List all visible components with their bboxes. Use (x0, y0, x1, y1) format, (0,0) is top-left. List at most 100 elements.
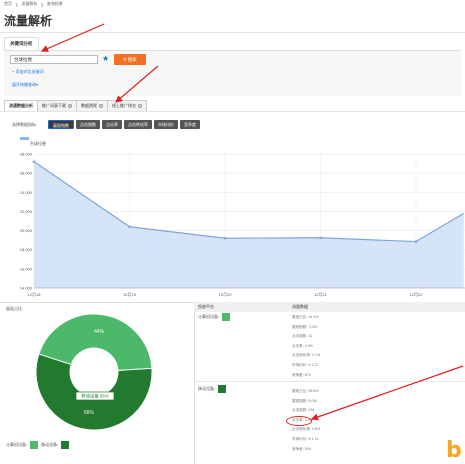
add-compare-link[interactable]: + 添加对比关键词 (12, 69, 43, 75)
stat-value: 594 (303, 446, 311, 451)
legend-mobile-swatch (61, 441, 70, 449)
tab-keyword-analysis[interactable]: 关键词分析 (4, 37, 39, 51)
donut-slice-label: 44% (94, 329, 105, 335)
stat-value: 41 (307, 334, 313, 339)
expand-label: 展开快捷查询 (12, 82, 36, 87)
help-icon: ? (99, 104, 103, 108)
stat-value: 0.5% (303, 343, 313, 348)
metric-buttons: 展现指数 点击指数 点击率 点击转化率 市场均价 竞争度 (48, 120, 200, 129)
metric-conversion[interactable]: 点击转化率 (124, 120, 152, 129)
stat-value: 7,240 (307, 324, 318, 329)
mobile-stat-row: 市场均价: ¥ 1.13 (292, 435, 320, 445)
pc-stat-row: 市场均价: ¥ 1.22 (292, 361, 320, 371)
mobile-stat-row: 竞争度: 594 (292, 445, 320, 455)
series-point (414, 240, 418, 243)
chart-legend-swatch (20, 137, 29, 140)
breadcrumb: 首页 ❯ 流量解析 ❯ 查询结果 (4, 1, 63, 7)
platform-pc-label: 计算机设备: (198, 314, 220, 319)
y-tick-label: 20,000 (20, 228, 33, 233)
stat-label: 展现指数: (292, 398, 308, 403)
y-tick-label: 28,000 (20, 152, 33, 157)
device-donut-chart: 44% 56% 移动设备 56% (35, 313, 153, 431)
stat-label: 点击指数: (292, 334, 308, 339)
stat-value: 55.6% (307, 389, 319, 393)
x-tick-label: 12月22 (410, 292, 424, 297)
stat-label: 点击转化率: (292, 353, 311, 358)
svg-text:移动设备 56%: 移动设备 56% (81, 393, 109, 400)
stat-value: 9,040 (307, 398, 318, 403)
stat-label: 展现占比: (292, 389, 308, 393)
stat-label: 竞争度: (292, 446, 304, 451)
stat-label: 点击转化率: (292, 427, 311, 432)
chevron-right-icon: ❯ (15, 1, 19, 7)
expand-quick-query-link[interactable]: 展开快捷查询▾ (12, 82, 38, 88)
stat-label: 点击指数: (292, 408, 308, 413)
mobile-stat-row: 点击转化率: 0.8% (292, 425, 320, 435)
mobile-stat-row: 点击指数: 338 (292, 406, 320, 416)
legend-pc-label: 计算机设备: (6, 442, 28, 447)
stat-value: 2.1% (310, 353, 321, 358)
stat-label: 市场均价: (292, 362, 308, 367)
breadcrumb-result: 查询结果 (46, 1, 63, 6)
pc-stat-row: 展现指数: 7,240 (292, 323, 320, 333)
add-compare-label: 添加对比关键词 (15, 69, 44, 74)
chart-legend-label: 台球拉厘 (30, 141, 46, 146)
platform-pc-stats: 展现占比: 44.4% 展现指数: 7,240 点击指数: 41 点击率: 0.5% 点… (292, 313, 320, 380)
donut-slice-label: 56% (84, 410, 95, 416)
series-point (223, 236, 227, 240)
pc-stat-row: 展现占比: 44.4% (292, 313, 320, 323)
stat-value: 338 (307, 408, 315, 413)
series-point (32, 160, 36, 163)
stat-value: ¥ 1.22 (307, 362, 319, 367)
platform-pc: 计算机设备: (198, 313, 231, 321)
stat-value: ¥ 1.13 (307, 436, 319, 441)
page-title: 流量解析 (4, 14, 53, 28)
x-tick-label: 12月20 (219, 292, 233, 297)
y-tick-label: 16,000 (20, 266, 33, 271)
metric-avg-price[interactable]: 市场均价 (154, 120, 178, 129)
star-icon[interactable]: ★ (102, 54, 109, 64)
legend-pc-swatch (30, 441, 39, 449)
pc-stat-row: 点击指数: 41 (292, 332, 320, 342)
y-tick-label: 24,000 (20, 190, 33, 195)
x-tick-label: 12月19 (123, 292, 137, 297)
stat-label: 点击率: (292, 343, 304, 348)
y-tick-label: 26,000 (20, 171, 33, 176)
breadcrumb-traffic[interactable]: 流量解析 (21, 1, 37, 7)
platform-mobile-label: 移动设备: (198, 386, 216, 391)
y-tick-label: 18,000 (20, 247, 33, 252)
pc-stat-row: 点击率: 0.5% (292, 342, 320, 352)
series-point (319, 236, 322, 240)
series-point (128, 225, 131, 229)
title-divider (0, 32, 465, 33)
highlight-circle (286, 416, 312, 426)
mobile-stat-row: 展现占比: 55.6% (292, 387, 320, 397)
series-area (34, 161, 464, 288)
mobile-stat-row: 展现指数: 9,040 (292, 397, 320, 407)
metric-impression-index[interactable]: 展现指数 (48, 120, 74, 129)
traffic-area-chart: 28,000 26,000 24,000 22,000 20,000 18,000 16,0… (20, 152, 465, 297)
legend-mobile-label: 移动设备: (41, 442, 59, 447)
platform-panel-header: 投放平台 流量数据 (194, 302, 465, 312)
caret-down-icon: ▾ (36, 82, 39, 87)
tabs-divider (0, 111, 465, 112)
keyword-input[interactable]: 台球拉厘 (10, 55, 98, 64)
metric-click-index[interactable]: 点击指数 (76, 120, 100, 129)
platform-panel (194, 302, 465, 464)
help-icon: ? (68, 104, 72, 108)
search-icon: ⚲ (123, 57, 127, 62)
pc-stat-row: 竞争度: 673 (292, 371, 320, 381)
header-platform: 投放平台 (198, 304, 214, 309)
search-button[interactable]: ⚲ 搜索 (114, 54, 146, 65)
donut-tooltip: 移动设备 56% (75, 391, 115, 401)
stat-label: 展现占比: (292, 315, 308, 319)
help-icon: ? (138, 104, 142, 108)
platform-mobile: 移动设备: (198, 385, 227, 393)
metric-select-label: 选择数据指标: (12, 122, 38, 127)
y-tick-label: 22,000 (20, 209, 33, 214)
metric-ctr[interactable]: 点击率 (102, 120, 122, 129)
stat-label: 竞争度: (292, 372, 304, 377)
metric-competition[interactable]: 竞争度 (180, 120, 200, 129)
breadcrumb-home[interactable]: 首页 (4, 1, 12, 7)
stat-label: 市场均价: (292, 436, 308, 441)
